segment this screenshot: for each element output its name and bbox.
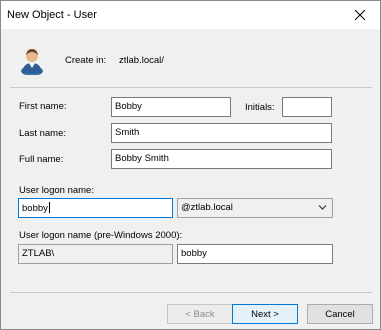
full-name-label: Full name: xyxy=(19,154,64,165)
last-name-label: Last name: xyxy=(19,128,66,139)
first-name-label: First name: xyxy=(19,101,67,112)
logon-name-label: User logon name: xyxy=(19,185,94,196)
separator-bottom xyxy=(10,292,372,293)
upn-suffix-value: @ztlab.local xyxy=(181,202,233,213)
text-caret xyxy=(48,202,50,213)
close-button[interactable] xyxy=(340,1,380,29)
pre2000-logon-field[interactable]: bobby xyxy=(177,244,333,264)
cancel-button[interactable]: Cancel xyxy=(307,304,373,324)
pre2000-label: User logon name (pre-Windows 2000): xyxy=(19,230,183,241)
user-icon xyxy=(21,49,43,75)
full-name-field[interactable]: Bobby Smith xyxy=(111,149,332,169)
title-bar[interactable]: New Object - User xyxy=(1,1,380,29)
create-in-path: ztlab.local/ xyxy=(119,55,164,66)
back-button[interactable]: < Back xyxy=(167,304,233,324)
pre2000-domain-field: ZTLAB\ xyxy=(18,244,173,264)
new-user-dialog: New Object - User Create in: ztlab.local… xyxy=(0,0,381,330)
chevron-down-icon xyxy=(318,205,327,210)
upn-suffix-select[interactable]: @ztlab.local xyxy=(177,198,333,218)
next-button[interactable]: Next > xyxy=(232,304,298,324)
logon-name-value: bobby xyxy=(22,203,48,214)
initials-field[interactable] xyxy=(282,97,332,117)
separator xyxy=(10,87,372,88)
create-in-label: Create in: xyxy=(65,55,107,66)
window-title: New Object - User xyxy=(7,9,97,21)
close-icon xyxy=(355,10,365,20)
last-name-field[interactable]: Smith xyxy=(111,123,332,143)
initials-label: Initials: xyxy=(245,102,275,113)
logon-name-field[interactable]: bobby xyxy=(18,198,173,218)
first-name-field[interactable]: Bobby xyxy=(111,97,231,117)
